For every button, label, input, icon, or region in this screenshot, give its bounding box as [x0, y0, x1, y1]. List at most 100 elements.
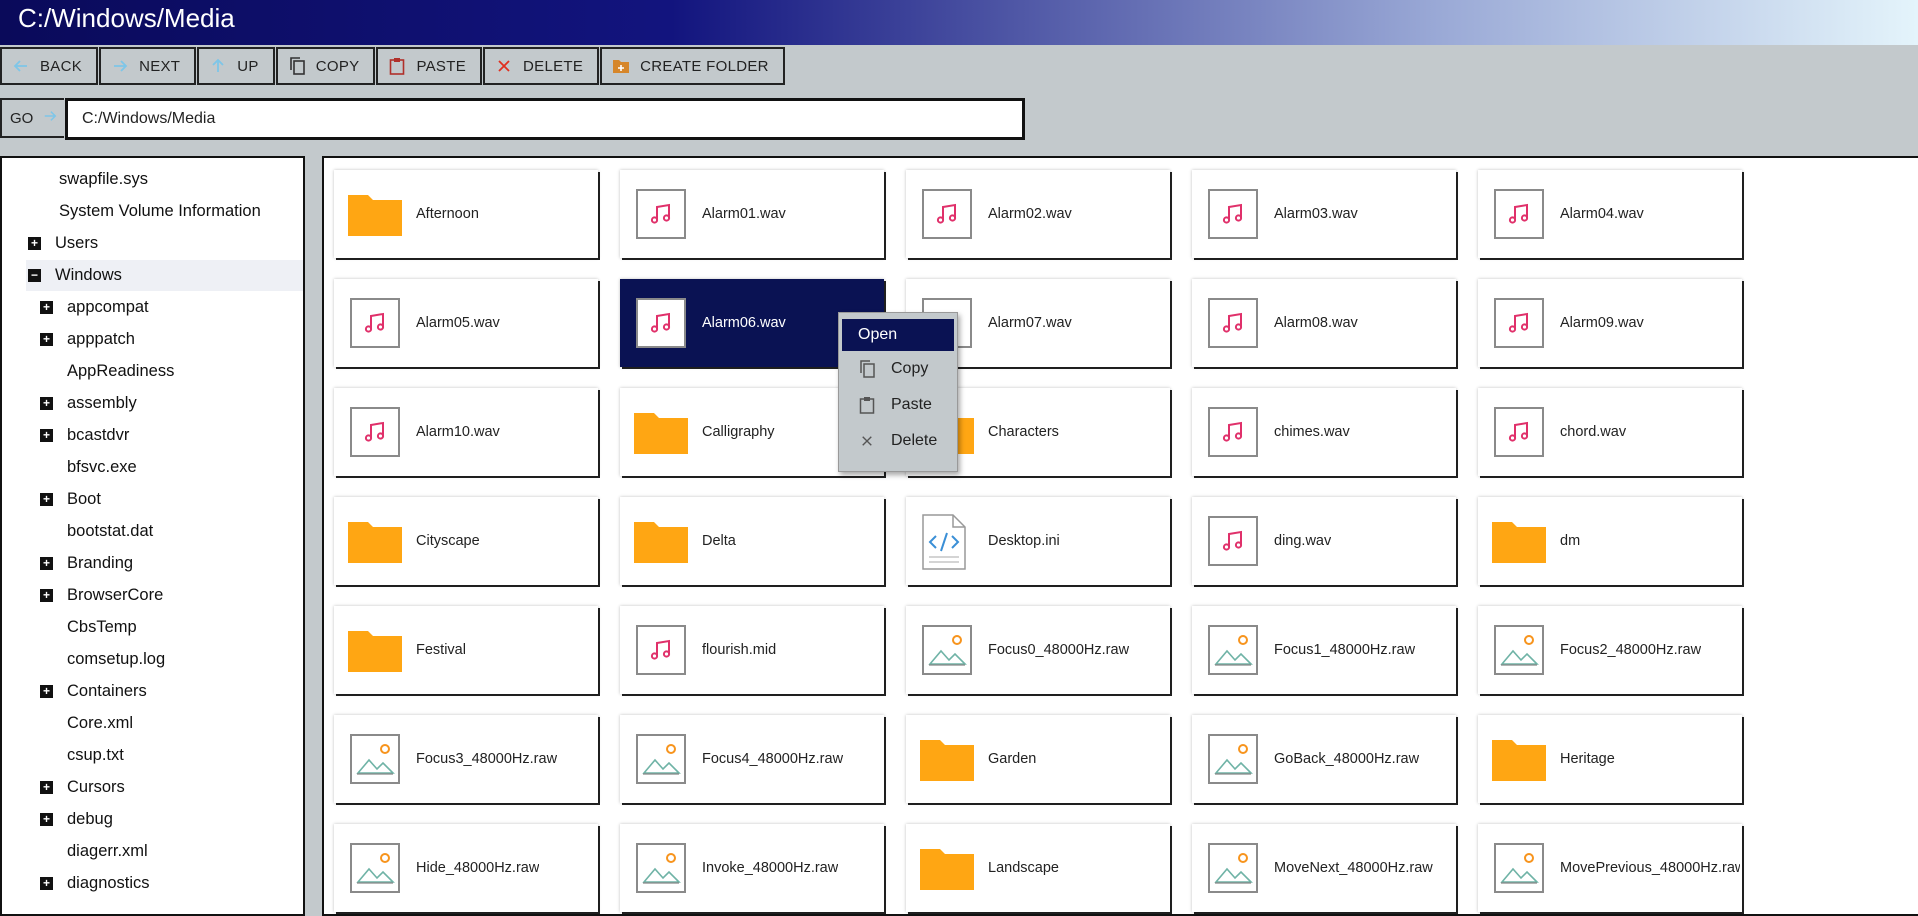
music-file-icon-graphic	[364, 312, 385, 333]
context-copy-label: Copy	[891, 360, 929, 377]
tree-item[interactable]: + debug	[26, 804, 303, 835]
context-copy-item[interactable]: Copy	[839, 351, 957, 387]
tree-item[interactable]: + BrowserCore	[26, 580, 303, 611]
tree-item[interactable]: Core.xml	[26, 708, 303, 739]
folder-icon-graphic	[1492, 740, 1546, 781]
toolbar: BACK NEXT UP COPY PASTE DELETE CREATE FO…	[0, 47, 786, 85]
file-item[interactable]: Alarm02.wav	[906, 170, 1170, 258]
collapse-icon[interactable]: −	[28, 269, 41, 282]
file-item[interactable]: Focus0_48000Hz.raw	[906, 606, 1170, 694]
file-item[interactable]: Hide_48000Hz.raw	[334, 824, 598, 912]
file-item[interactable]: Focus4_48000Hz.raw	[620, 715, 884, 803]
up-label: UP	[237, 57, 259, 75]
file-name: Alarm08.wav	[1274, 315, 1358, 331]
file-item[interactable]: Cityscape	[334, 497, 598, 585]
expand-icon[interactable]: +	[40, 685, 53, 698]
file-item[interactable]: dm	[1478, 497, 1742, 585]
tree-item[interactable]: diagerr.xml	[26, 836, 303, 867]
file-name: Alarm05.wav	[416, 315, 500, 331]
tree-item[interactable]: + diagnostics	[26, 868, 303, 899]
expand-icon[interactable]: +	[40, 589, 53, 602]
tree-item[interactable]: + Boot	[26, 484, 303, 515]
file-item[interactable]: Desktop.ini	[906, 497, 1170, 585]
next-button[interactable]: NEXT	[99, 47, 197, 85]
file-item[interactable]: GoBack_48000Hz.raw	[1192, 715, 1456, 803]
file-item[interactable]: Focus2_48000Hz.raw	[1478, 606, 1742, 694]
expand-icon[interactable]: +	[40, 333, 53, 346]
tree-item[interactable]: swapfile.sys	[26, 164, 303, 195]
file-item[interactable]: Invoke_48000Hz.raw	[620, 824, 884, 912]
tree-item[interactable]: AppReadiness	[26, 356, 303, 387]
expand-icon[interactable]: +	[40, 493, 53, 506]
music-file-icon-graphic	[350, 298, 400, 348]
tree-item[interactable]: + Branding	[26, 548, 303, 579]
folder-icon	[1492, 732, 1546, 786]
file-item[interactable]: Garden	[906, 715, 1170, 803]
image-file-icon-graphic	[1214, 853, 1253, 884]
file-item[interactable]: MovePrevious_48000Hz.raw	[1478, 824, 1742, 912]
file-item[interactable]: flourish.mid	[620, 606, 884, 694]
music-file-icon	[634, 187, 688, 241]
tree-item[interactable]: comsetup.log	[26, 644, 303, 675]
file-item[interactable]: Afternoon	[334, 170, 598, 258]
file-item[interactable]: chord.wav	[1478, 388, 1742, 476]
file-item[interactable]: Alarm09.wav	[1478, 279, 1742, 367]
file-name: dm	[1560, 533, 1581, 549]
expand-icon[interactable]: +	[40, 301, 53, 314]
back-button[interactable]: BACK	[0, 47, 99, 85]
expand-icon[interactable]: +	[40, 397, 53, 410]
expand-icon[interactable]: +	[40, 781, 53, 794]
tree-item[interactable]: + assembly	[26, 388, 303, 419]
tree-item[interactable]: + Cursors	[26, 772, 303, 803]
file-item[interactable]: ding.wav	[1192, 497, 1456, 585]
tree-item[interactable]: + Users	[26, 228, 303, 259]
music-file-icon	[634, 296, 688, 350]
context-paste-label: Paste	[891, 396, 932, 413]
create-folder-button[interactable]: CREATE FOLDER	[600, 47, 785, 85]
file-item[interactable]: Alarm03.wav	[1192, 170, 1456, 258]
tree-item[interactable]: + apppatch	[26, 324, 303, 355]
delete-label: DELETE	[523, 57, 584, 75]
file-item[interactable]: Landscape	[906, 824, 1170, 912]
copy-button[interactable]: COPY	[275, 47, 376, 85]
tree-item-label: Windows	[55, 266, 122, 284]
context-open-item[interactable]: Open	[842, 319, 954, 351]
address-bar[interactable]: C:/Windows/Media	[65, 98, 1025, 140]
tree-item[interactable]: CbsTemp	[26, 612, 303, 643]
paste-label: PASTE	[416, 57, 467, 75]
tree-item[interactable]: + bcastdvr	[26, 420, 303, 451]
file-item[interactable]: Festival	[334, 606, 598, 694]
file-item[interactable]: Alarm05.wav	[334, 279, 598, 367]
go-button[interactable]: GO	[0, 98, 64, 138]
file-item[interactable]: Alarm08.wav	[1192, 279, 1456, 367]
delete-button[interactable]: DELETE	[483, 47, 600, 85]
up-button[interactable]: UP	[197, 47, 275, 85]
context-delete-item[interactable]: Delete	[839, 423, 957, 459]
file-item[interactable]: Focus1_48000Hz.raw	[1192, 606, 1456, 694]
expand-icon[interactable]: +	[40, 813, 53, 826]
expand-icon[interactable]: +	[40, 429, 53, 442]
file-item[interactable]: chimes.wav	[1192, 388, 1456, 476]
file-item[interactable]: Heritage	[1478, 715, 1742, 803]
tree-item[interactable]: System Volume Information	[26, 196, 303, 227]
paste-button[interactable]: PASTE	[376, 47, 483, 85]
tree-item[interactable]: csup.txt	[26, 740, 303, 771]
tree-item[interactable]: bfsvc.exe	[26, 452, 303, 483]
tree-item[interactable]: + Containers	[26, 676, 303, 707]
file-item[interactable]: Alarm01.wav	[620, 170, 884, 258]
expand-icon[interactable]: +	[40, 877, 53, 890]
context-paste-item[interactable]: Paste	[839, 387, 957, 423]
file-item[interactable]: Alarm10.wav	[334, 388, 598, 476]
tree-item[interactable]: − Windows	[26, 260, 303, 291]
expand-icon[interactable]: +	[28, 237, 41, 250]
file-item[interactable]: Delta	[620, 497, 884, 585]
tree-item[interactable]: + appcompat	[26, 292, 303, 323]
close-icon	[495, 57, 513, 75]
file-item[interactable]: Focus3_48000Hz.raw	[334, 715, 598, 803]
tree-item[interactable]: bootstat.dat	[26, 516, 303, 547]
file-item[interactable]: MoveNext_48000Hz.raw	[1192, 824, 1456, 912]
expand-icon[interactable]: +	[40, 557, 53, 570]
file-item[interactable]: Alarm04.wav	[1478, 170, 1742, 258]
tree-item-label: assembly	[67, 394, 137, 412]
arrow-left-icon	[12, 57, 30, 75]
